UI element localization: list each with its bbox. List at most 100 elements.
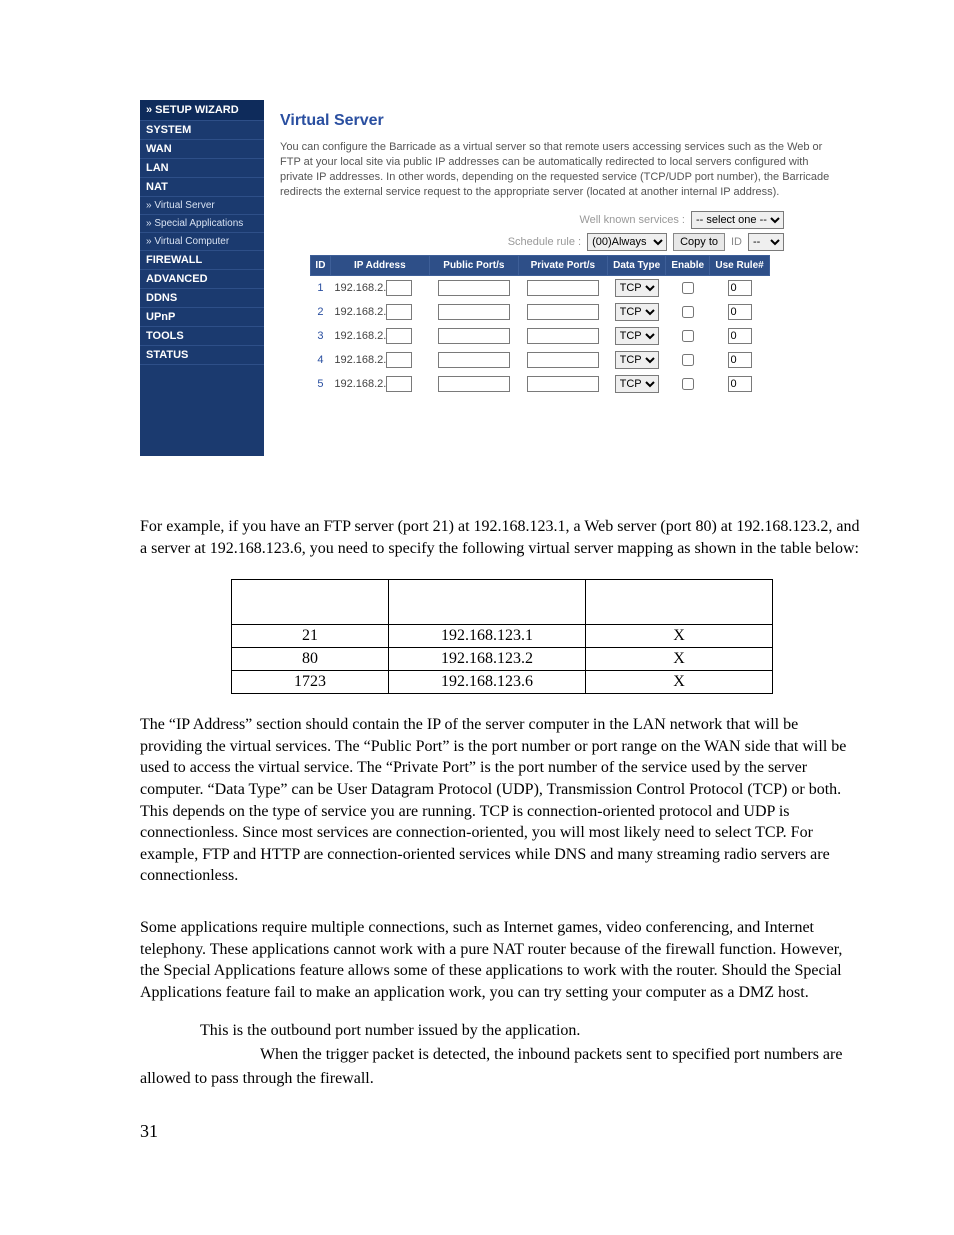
doc-cell-enable: X — [586, 648, 773, 671]
th-enable: Enable — [666, 256, 710, 276]
row-id: 4 — [311, 348, 331, 372]
table-row: 4192.168.2.TCP — [311, 348, 770, 372]
page-title: Virtual Server — [280, 112, 844, 130]
sidebar-item-advanced[interactable]: ADVANCED — [140, 270, 264, 289]
table-row: 2192.168.2.TCP — [311, 300, 770, 324]
def-incoming-text: When the trigger packet is detected, the… — [140, 1046, 842, 1087]
page-number: 31 — [140, 1121, 864, 1142]
doc-th-2 — [389, 580, 586, 625]
enable-checkbox[interactable] — [682, 378, 694, 390]
sidebar-setup-wizard[interactable]: » SETUP WIZARD — [140, 100, 264, 121]
sidebar-item-special-applications[interactable]: » Special Applications — [140, 215, 264, 233]
sidebar-item-virtual-server[interactable]: » Virtual Server — [140, 197, 264, 215]
row-private-port — [518, 324, 607, 348]
th-ip: IP Address — [330, 256, 429, 276]
row-rule — [710, 300, 770, 324]
private-port-input[interactable] — [527, 328, 599, 344]
row-public-port — [429, 372, 518, 396]
doc-paragraph-special-apps: Some applications require multiple conne… — [140, 917, 864, 1003]
enable-checkbox[interactable] — [682, 354, 694, 366]
row-ip: 192.168.2. — [330, 372, 429, 396]
enable-checkbox[interactable] — [682, 282, 694, 294]
rule-input[interactable] — [728, 328, 752, 344]
data-type-select[interactable]: TCP — [615, 279, 659, 297]
ip-suffix-input[interactable] — [386, 376, 412, 392]
table-row: 3192.168.2.TCP — [311, 324, 770, 348]
wks-select[interactable]: -- select one -- — [691, 211, 784, 229]
row-private-port — [518, 372, 607, 396]
sidebar-item-upnp[interactable]: UPnP — [140, 308, 264, 327]
copy-id-label: ID — [731, 236, 742, 248]
def-trigger-text: This is the outbound port number issued … — [200, 1022, 580, 1039]
th-use-rule: Use Rule# — [710, 256, 770, 276]
definitions-block: This is the outbound port number issued … — [140, 1019, 864, 1091]
doc-cell-enable: X — [586, 625, 773, 648]
rule-input[interactable] — [728, 304, 752, 320]
row-enable — [666, 324, 710, 348]
sidebar-item-virtual-computer[interactable]: » Virtual Computer — [140, 233, 264, 251]
sidebar-item-firewall[interactable]: FIREWALL — [140, 251, 264, 270]
ip-suffix-input[interactable] — [386, 280, 412, 296]
data-type-select[interactable]: TCP — [615, 375, 659, 393]
ip-suffix-input[interactable] — [386, 304, 412, 320]
row-enable — [666, 348, 710, 372]
public-port-input[interactable] — [438, 376, 510, 392]
sidebar-item-nat[interactable]: NAT — [140, 178, 264, 197]
row-enable — [666, 276, 710, 301]
ip-suffix-input[interactable] — [386, 352, 412, 368]
sidebar-item-wan[interactable]: WAN — [140, 140, 264, 159]
enable-checkbox[interactable] — [682, 330, 694, 342]
copy-id-select[interactable]: -- — [748, 233, 784, 251]
th-data-type: Data Type — [607, 256, 666, 276]
doc-table-row: 80192.168.123.2X — [232, 648, 773, 671]
th-id: ID — [311, 256, 331, 276]
public-port-input[interactable] — [438, 280, 510, 296]
schedule-select[interactable]: (00)Always — [587, 233, 667, 251]
row-data-type: TCP — [607, 300, 666, 324]
ip-suffix-input[interactable] — [386, 328, 412, 344]
row-data-type: TCP — [607, 372, 666, 396]
page-description: You can configure the Barricade as a vir… — [280, 140, 844, 199]
content-panel: Virtual Server You can configure the Bar… — [264, 100, 860, 456]
sidebar-item-tools[interactable]: TOOLS — [140, 327, 264, 346]
rule-input[interactable] — [728, 376, 752, 392]
rule-input[interactable] — [728, 280, 752, 296]
row-private-port — [518, 348, 607, 372]
public-port-input[interactable] — [438, 328, 510, 344]
doc-cell-ip: 192.168.123.1 — [389, 625, 586, 648]
row-rule — [710, 372, 770, 396]
row-public-port — [429, 348, 518, 372]
doc-cell-port: 1723 — [232, 671, 389, 694]
doc-paragraph-ip-explain: The “IP Address” section should contain … — [140, 714, 864, 887]
row-ip: 192.168.2. — [330, 300, 429, 324]
copy-to-button[interactable]: Copy to — [673, 233, 725, 251]
row-ip: 192.168.2. — [330, 324, 429, 348]
row-public-port — [429, 300, 518, 324]
sidebar-item-ddns[interactable]: DDNS — [140, 289, 264, 308]
private-port-input[interactable] — [527, 304, 599, 320]
data-type-select[interactable]: TCP — [615, 303, 659, 321]
doc-cell-port: 21 — [232, 625, 389, 648]
row-public-port — [429, 276, 518, 301]
data-type-select[interactable]: TCP — [615, 351, 659, 369]
doc-paragraph-example: For example, if you have an FTP server (… — [140, 516, 864, 559]
row-id: 5 — [311, 372, 331, 396]
private-port-input[interactable] — [527, 352, 599, 368]
sidebar-item-lan[interactable]: LAN — [140, 159, 264, 178]
enable-checkbox[interactable] — [682, 306, 694, 318]
schedule-label: Schedule rule : — [508, 236, 581, 248]
sidebar-item-status[interactable]: STATUS — [140, 346, 264, 365]
row-ip: 192.168.2. — [330, 276, 429, 301]
doc-table-row: 1723192.168.123.6X — [232, 671, 773, 694]
public-port-input[interactable] — [438, 352, 510, 368]
private-port-input[interactable] — [527, 376, 599, 392]
private-port-input[interactable] — [527, 280, 599, 296]
sidebar-item-system[interactable]: SYSTEM — [140, 121, 264, 140]
row-rule — [710, 276, 770, 301]
th-private-port: Private Port/s — [518, 256, 607, 276]
rule-input[interactable] — [728, 352, 752, 368]
doc-cell-ip: 192.168.123.6 — [389, 671, 586, 694]
public-port-input[interactable] — [438, 304, 510, 320]
doc-th-1 — [232, 580, 389, 625]
data-type-select[interactable]: TCP — [615, 327, 659, 345]
